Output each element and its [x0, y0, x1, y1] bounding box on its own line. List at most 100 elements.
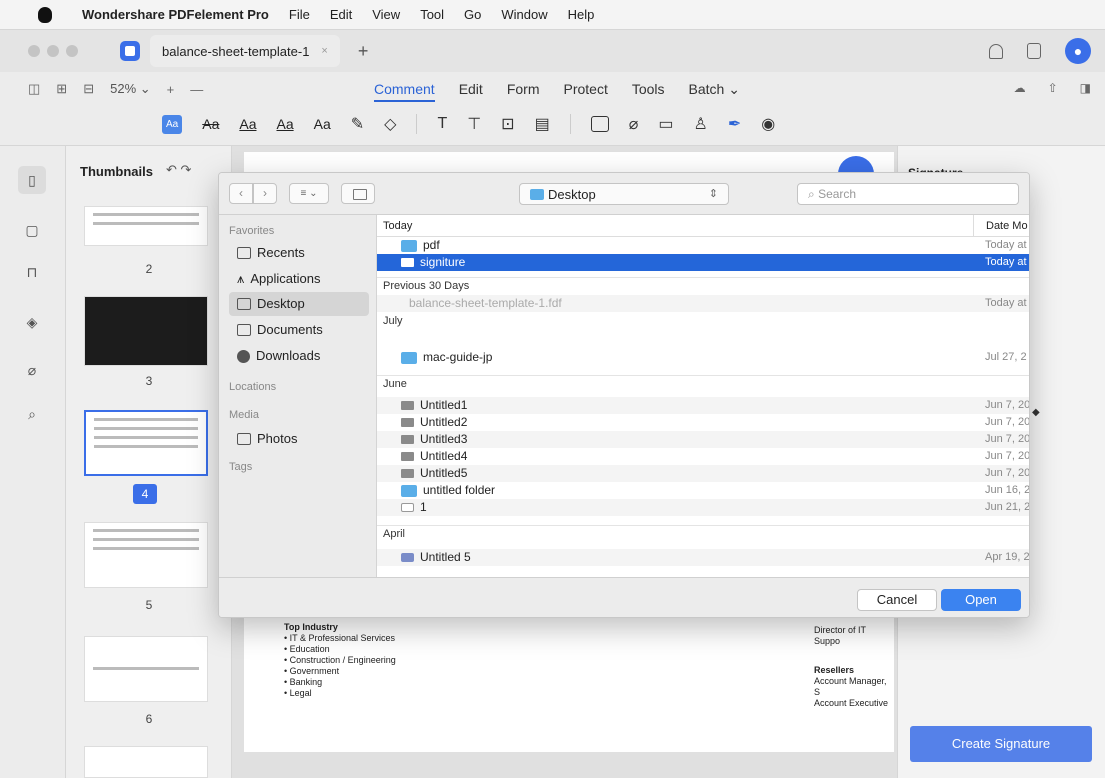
- name-column-header[interactable]: Today: [383, 220, 412, 232]
- file-row-untitled2[interactable]: Untitled2 Jun 7, 20: [377, 414, 1029, 431]
- highlight-tool[interactable]: Aa: [162, 114, 183, 134]
- measure-icon[interactable]: ▭: [658, 114, 673, 134]
- menu-go[interactable]: Go: [464, 7, 481, 22]
- grid-view-icon[interactable]: ⊞: [56, 81, 67, 97]
- single-page-icon[interactable]: ◫: [28, 81, 40, 97]
- device-icon[interactable]: [1027, 43, 1041, 59]
- tab-protect[interactable]: Protect: [563, 81, 607, 102]
- thumbnail-page-4[interactable]: [84, 410, 208, 476]
- file-row-mac-guide-jp[interactable]: mac-guide-jp Jul 27, 2: [377, 349, 1029, 366]
- apple-icon[interactable]: [38, 6, 52, 23]
- rectangle-icon[interactable]: [590, 116, 609, 132]
- mode-tabs: Comment Edit Form Protect Tools Batch ⌄: [374, 81, 740, 102]
- close-tab-icon[interactable]: ×: [321, 45, 327, 57]
- underline-tool[interactable]: Aa: [239, 116, 256, 132]
- file-row-untitled3[interactable]: Untitled3 Jun 7, 20: [377, 431, 1029, 448]
- user-avatar[interactable]: ●: [1065, 38, 1091, 64]
- menu-view[interactable]: View: [372, 7, 400, 22]
- main-toolbar: ◫ ⊞ ⊟ 52% ⌄ + — Comment Edit Form Protec…: [0, 72, 1105, 106]
- search-input[interactable]: ⌕ Search: [797, 183, 1019, 205]
- cloud-icon[interactable]: ☁: [1014, 81, 1026, 95]
- file-row-pdf[interactable]: pdf Today at: [377, 237, 1029, 254]
- date-column-header[interactable]: Date Mo: [973, 215, 1029, 237]
- sidebar-item-downloads[interactable]: Downloads: [229, 344, 369, 368]
- zoom-out-button[interactable]: —: [190, 82, 203, 97]
- menu-edit[interactable]: Edit: [330, 7, 352, 22]
- tab-edit[interactable]: Edit: [459, 81, 483, 102]
- director-text: Director of IT Suppo: [814, 625, 866, 646]
- layers-icon[interactable]: ◈: [22, 312, 42, 332]
- minimize-window-button[interactable]: [47, 45, 59, 57]
- pencil-icon[interactable]: ✎: [351, 114, 364, 134]
- menu-help[interactable]: Help: [568, 7, 595, 22]
- sidebar-item-photos[interactable]: Photos: [229, 427, 369, 451]
- file-date: Apr 19, 2: [985, 551, 1030, 563]
- sidebar-item-applications[interactable]: ⩚ Applications: [229, 267, 369, 291]
- bookmark-icon[interactable]: ⊓: [22, 262, 42, 282]
- strikethrough-tool[interactable]: Aa: [202, 116, 219, 132]
- menu-window[interactable]: Window: [501, 7, 547, 22]
- menu-app-name[interactable]: Wondershare PDFelement Pro: [82, 7, 269, 22]
- stamp-icon[interactable]: ♙: [693, 114, 707, 134]
- tab-tools[interactable]: Tools: [632, 81, 665, 102]
- comment-icon[interactable]: ▢: [22, 220, 42, 240]
- zoom-level[interactable]: 52% ⌄: [110, 81, 151, 97]
- file-row-untitled-folder[interactable]: untitled folder Jun 16, 2: [377, 482, 1029, 499]
- tab-comment[interactable]: Comment: [374, 81, 435, 102]
- tab-batch[interactable]: Batch ⌄: [689, 81, 740, 102]
- file-row-1[interactable]: 1 Jun 21, 2: [377, 499, 1029, 516]
- file-row-untitled1[interactable]: Untitled1 Jun 7, 20: [377, 397, 1029, 414]
- tab-form[interactable]: Form: [507, 81, 540, 102]
- new-folder-button[interactable]: [341, 183, 375, 204]
- view-mode-button[interactable]: ≡ ⌄: [289, 183, 329, 204]
- page-icon[interactable]: ▯: [18, 166, 46, 194]
- attachment-icon[interactable]: ⌀: [629, 114, 639, 134]
- caret-tool[interactable]: Aa: [314, 116, 331, 132]
- eye-icon[interactable]: ◉: [761, 114, 775, 134]
- rotate-icons[interactable]: ↶ ↷: [166, 162, 191, 178]
- signature-pen-icon[interactable]: ✒: [728, 114, 741, 134]
- file-row-untitled-5[interactable]: Untitled 5 Apr 19, 2: [377, 549, 1030, 566]
- sidebar-item-recents[interactable]: Recents: [229, 241, 369, 265]
- file-row-untitled4[interactable]: Untitled4 Jun 7, 20: [377, 448, 1029, 465]
- text-box-icon[interactable]: T: [437, 115, 447, 133]
- notification-bell-icon[interactable]: [989, 43, 1003, 59]
- file-name: Untitled2: [420, 415, 468, 429]
- document-tab[interactable]: balance-sheet-template-1 ×: [150, 35, 340, 67]
- updown-chevron-icon: ⇕: [708, 188, 718, 200]
- attachment-icon[interactable]: ⌀: [22, 360, 42, 380]
- open-button[interactable]: Open: [941, 589, 1021, 611]
- back-button[interactable]: ‹: [229, 183, 253, 204]
- sidebar-toggle-icon[interactable]: ◨: [1080, 81, 1091, 95]
- thumbnail-page-3[interactable]: [84, 296, 208, 366]
- zoom-in-button[interactable]: +: [167, 82, 175, 97]
- group-label: Previous 30 Days: [383, 280, 470, 292]
- sidebar-item-documents[interactable]: Documents: [229, 318, 369, 342]
- file-name: Untitled 5: [420, 550, 471, 564]
- text-field-icon[interactable]: ⊤: [467, 114, 481, 134]
- file-row-untitled5[interactable]: Untitled5 Jun 7, 20: [377, 465, 1029, 482]
- file-row-signiture[interactable]: signiture Today at: [377, 254, 1029, 271]
- squiggly-tool[interactable]: Aa: [276, 116, 293, 132]
- sidebar-item-desktop[interactable]: Desktop: [229, 292, 369, 316]
- menu-file[interactable]: File: [289, 7, 310, 22]
- callout-icon[interactable]: ⊡: [501, 114, 514, 134]
- thumbnail-page-5[interactable]: [84, 522, 208, 588]
- create-signature-button[interactable]: Create Signature: [910, 726, 1092, 762]
- search-icon[interactable]: ⌕: [22, 404, 42, 424]
- two-page-icon[interactable]: ⊟: [83, 81, 94, 97]
- cancel-button[interactable]: Cancel: [857, 589, 937, 611]
- share-icon[interactable]: ⇧: [1048, 81, 1058, 95]
- new-tab-button[interactable]: +: [358, 41, 369, 62]
- forward-button[interactable]: ›: [253, 183, 277, 204]
- note-icon[interactable]: ▤: [535, 114, 550, 134]
- thumbnail-page-6[interactable]: [84, 636, 208, 702]
- zoom-window-button[interactable]: [66, 45, 78, 57]
- location-popup[interactable]: Desktop ⇕: [519, 183, 729, 205]
- thumbnail-page-7[interactable]: [84, 746, 208, 778]
- menu-tool[interactable]: Tool: [420, 7, 444, 22]
- close-window-button[interactable]: [28, 45, 40, 57]
- eraser-icon[interactable]: ◇: [384, 114, 396, 134]
- file-name: untitled folder: [423, 483, 496, 497]
- thumbnail-page-2[interactable]: [84, 206, 208, 246]
